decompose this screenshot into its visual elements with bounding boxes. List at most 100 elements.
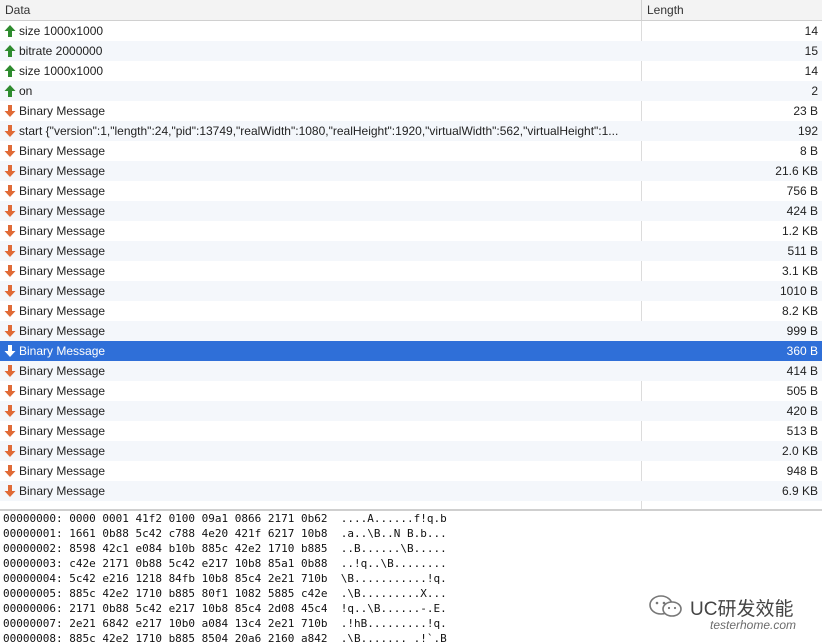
message-row[interactable]: size 1000x1000 14 <box>0 61 822 81</box>
message-row[interactable]: Binary Message 1.2 KB <box>0 221 822 241</box>
data-column-header[interactable]: Data <box>5 3 30 17</box>
message-length: 15 <box>804 44 818 58</box>
message-data: Binary Message <box>19 244 106 258</box>
down-arrow-icon <box>4 285 16 297</box>
down-arrow-icon <box>4 245 16 257</box>
messages-table: size 1000x1000 14 bitrate 2000000 15 size 10… <box>0 21 822 509</box>
message-length: 3.1 KB <box>781 264 818 278</box>
message-length: 360 B <box>786 344 818 358</box>
down-arrow-icon <box>4 145 16 157</box>
down-arrow-icon <box>4 125 16 137</box>
down-arrow-icon <box>4 485 16 497</box>
message-data: start {"version":1,"length":24,"pid":137… <box>19 124 619 138</box>
message-row[interactable]: Binary Message 21.6 KB <box>0 161 822 181</box>
message-row[interactable]: Binary Message 23 B <box>0 101 822 121</box>
up-arrow-icon <box>4 25 16 37</box>
message-row[interactable]: Binary Message 8 B <box>0 141 822 161</box>
message-row[interactable]: start {"version":1,"length":24,"pid":137… <box>0 121 822 141</box>
message-row[interactable]: Binary Message 756 B <box>0 181 822 201</box>
down-arrow-icon <box>4 405 16 417</box>
message-length: 192 <box>797 124 818 138</box>
message-length: 424 B <box>786 204 818 218</box>
message-row[interactable]: Binary Message 6.9 KB <box>0 481 822 501</box>
message-row[interactable]: Binary Message 1010 B <box>0 281 822 301</box>
watermark-site: testerhome.com <box>710 618 797 632</box>
hexdump-line: 00000000: 0000 0001 41f2 0100 09a1 0866 … <box>3 512 447 525</box>
message-length: 505 B <box>786 384 818 398</box>
message-row[interactable]: bitrate 2000000 15 <box>0 41 822 61</box>
message-row[interactable]: Binary Message 505 B <box>0 381 822 401</box>
up-arrow-icon <box>4 85 16 97</box>
message-length: 513 B <box>786 424 818 438</box>
message-data: Binary Message <box>19 224 106 238</box>
message-data: Binary Message <box>19 384 106 398</box>
message-row[interactable]: Binary Message 948 B <box>0 461 822 481</box>
message-length: 8 B <box>799 144 818 158</box>
message-row[interactable]: Binary Message 3.1 KB <box>0 261 822 281</box>
hexdump-line: 00000004: 5c42 e216 1218 84fb 10b8 85c4 … <box>3 572 447 585</box>
down-arrow-icon <box>4 105 16 117</box>
message-row[interactable]: Binary Message 424 B <box>0 201 822 221</box>
message-length: 2.0 KB <box>781 444 818 458</box>
message-data: Binary Message <box>19 264 106 278</box>
message-data: Binary Message <box>19 484 106 498</box>
watermark: UC研发效能 testerhome.com <box>648 594 818 636</box>
message-row[interactable]: on 2 <box>0 81 822 101</box>
message-length: 1.2 KB <box>781 224 818 238</box>
column-divider[interactable] <box>641 0 642 21</box>
hexdump-line: 00000003: c42e 2171 0b88 5c42 e217 10b8 … <box>3 557 447 570</box>
message-length: 948 B <box>786 464 818 478</box>
message-length: 511 B <box>787 244 818 258</box>
message-data: on <box>19 84 33 98</box>
message-data: Binary Message <box>19 404 106 418</box>
message-length: 6.9 KB <box>781 484 818 498</box>
message-row[interactable]: size 1000x1000 14 <box>0 21 822 41</box>
message-row[interactable]: Binary Message 513 B <box>0 421 822 441</box>
down-arrow-icon <box>4 465 16 477</box>
up-arrow-icon <box>4 65 16 77</box>
hexdump-line: 00000002: 8598 42c1 e084 b10b 885c 42e2 … <box>3 542 447 555</box>
message-row[interactable]: Binary Message 8.2 KB <box>0 301 822 321</box>
message-data: Binary Message <box>19 184 106 198</box>
message-row[interactable]: Binary Message 2.0 KB <box>0 441 822 461</box>
message-data: Binary Message <box>19 364 106 378</box>
message-length: 414 B <box>786 364 818 378</box>
length-column-header[interactable]: Length <box>647 3 684 17</box>
message-length: 756 B <box>786 184 818 198</box>
down-arrow-icon <box>4 305 16 317</box>
message-length: 23 B <box>793 104 818 118</box>
message-data: Binary Message <box>19 104 106 118</box>
message-data: size 1000x1000 <box>19 64 104 78</box>
message-row[interactable]: Binary Message 999 B <box>0 321 822 341</box>
down-arrow-icon <box>4 265 16 277</box>
up-arrow-icon <box>4 45 16 57</box>
message-length: 8.2 KB <box>781 304 818 318</box>
down-arrow-icon <box>4 165 16 177</box>
down-arrow-icon <box>4 345 16 357</box>
message-data: Binary Message <box>19 464 106 478</box>
message-data: Binary Message <box>19 304 106 318</box>
message-data: Binary Message <box>19 284 106 298</box>
hexdump-line: 00000001: 1661 0b88 5c42 c788 4e20 421f … <box>3 527 447 540</box>
down-arrow-icon <box>4 425 16 437</box>
message-row[interactable]: Binary Message 414 B <box>0 361 822 381</box>
message-length: 14 <box>804 64 818 78</box>
message-length: 420 B <box>786 404 818 418</box>
column-header: Data Length <box>0 0 822 21</box>
message-length: 21.6 KB <box>775 164 818 178</box>
message-row[interactable]: Binary Message 420 B <box>0 401 822 421</box>
message-data: size 1000x1000 <box>19 24 104 38</box>
message-data: Binary Message <box>19 164 106 178</box>
message-data: bitrate 2000000 <box>19 44 103 58</box>
down-arrow-icon <box>4 205 16 217</box>
message-row[interactable]: Binary Message 511 B <box>0 241 822 261</box>
message-row[interactable]: Binary Message 360 B <box>0 341 822 361</box>
wechat-logo-icon <box>649 595 682 617</box>
message-length: 999 B <box>786 324 818 338</box>
message-data: Binary Message <box>19 444 106 458</box>
message-data: Binary Message <box>19 324 106 338</box>
down-arrow-icon <box>4 225 16 237</box>
down-arrow-icon <box>4 385 16 397</box>
down-arrow-icon <box>4 185 16 197</box>
down-arrow-icon <box>4 365 16 377</box>
